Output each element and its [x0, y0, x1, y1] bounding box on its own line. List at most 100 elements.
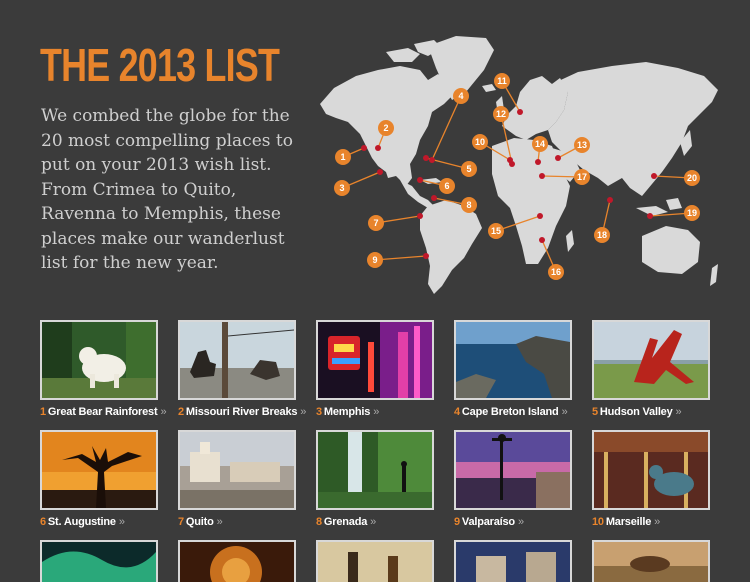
map-marker-1[interactable]: 1 — [335, 149, 351, 165]
map-marker-18[interactable]: 18 — [594, 227, 610, 243]
place-photo-6[interactable] — [40, 430, 158, 510]
svg-text:3: 3 — [339, 183, 344, 193]
svg-text:1: 1 — [340, 152, 345, 162]
map-marker-4[interactable]: 4 — [453, 88, 469, 104]
svg-text:18: 18 — [597, 230, 607, 240]
map-marker-6[interactable]: 6 — [439, 178, 455, 194]
place-card-2[interactable]: 2 Missouri River Breaks» — [178, 320, 306, 418]
chevron-right-icon: » — [675, 406, 682, 418]
place-name: Valparaíso — [461, 516, 515, 528]
place-card-11[interactable] — [40, 540, 158, 582]
place-caption-7[interactable]: 7 Quito» — [178, 516, 296, 528]
svg-text:6: 6 — [444, 181, 449, 191]
place-photo-11[interactable] — [40, 540, 158, 582]
place-caption-10[interactable]: 10 Marseille» — [592, 516, 710, 528]
svg-text:15: 15 — [491, 226, 501, 236]
place-photo-8[interactable] — [316, 430, 434, 510]
chevron-right-icon: » — [300, 406, 307, 418]
map-marker-17[interactable]: 17 — [574, 169, 590, 185]
map-marker-12[interactable]: 12 — [493, 106, 509, 122]
place-name: Marseille — [605, 516, 652, 528]
place-name: Quito — [185, 516, 214, 528]
svg-text:9: 9 — [372, 255, 377, 265]
map-marker-19[interactable]: 19 — [684, 205, 700, 221]
chevron-right-icon: » — [216, 516, 223, 528]
place-caption-9[interactable]: 9 Valparaíso» — [454, 516, 572, 528]
map-marker-5[interactable]: 5 — [461, 161, 477, 177]
svg-text:8: 8 — [466, 200, 471, 210]
place-photo-10[interactable] — [592, 430, 710, 510]
map-marker-13[interactable]: 13 — [574, 137, 590, 153]
place-caption-3[interactable]: 3 Memphis» — [316, 406, 434, 418]
svg-text:2: 2 — [383, 123, 388, 133]
map-marker-20[interactable]: 20 — [684, 170, 700, 186]
svg-text:5: 5 — [466, 164, 471, 174]
place-caption-1[interactable]: 1 Great Bear Rainforest» — [40, 406, 167, 418]
map-marker-8[interactable]: 8 — [461, 197, 477, 213]
map-marker-10[interactable]: 10 — [472, 134, 488, 150]
place-name: Great Bear Rainforest — [47, 406, 158, 418]
place-name: Cape Breton Island — [461, 406, 559, 418]
map-marker-9[interactable]: 9 — [367, 252, 383, 268]
place-photo-12[interactable] — [178, 540, 296, 582]
place-card-5[interactable]: 5 Hudson Valley» — [592, 320, 710, 418]
place-photo-2[interactable] — [178, 320, 296, 400]
place-caption-8[interactable]: 8 Grenada» — [316, 516, 434, 528]
chevron-right-icon: » — [561, 406, 568, 418]
place-caption-6[interactable]: 6 St. Augustine» — [40, 516, 158, 528]
map-marker-16[interactable]: 16 — [548, 264, 564, 280]
place-name: St. Augustine — [47, 516, 116, 528]
chevron-right-icon: » — [370, 516, 377, 528]
place-card-12[interactable] — [178, 540, 296, 582]
map-marker-15[interactable]: 15 — [488, 223, 504, 239]
chevron-right-icon: » — [118, 516, 125, 528]
intro-text: We combed the globe for the 20 most comp… — [41, 106, 293, 273]
place-card-6[interactable]: 6 St. Augustine» — [40, 430, 158, 528]
place-photo-13[interactable] — [316, 540, 434, 582]
place-card-8[interactable]: 8 Grenada» — [316, 430, 434, 528]
place-photo-7[interactable] — [178, 430, 296, 510]
place-name: Hudson Valley — [599, 406, 673, 418]
svg-text:16: 16 — [551, 267, 561, 277]
svg-text:11: 11 — [497, 76, 507, 86]
map-marker-7[interactable]: 7 — [368, 215, 384, 231]
place-card-4[interactable]: 4 Cape Breton Island» — [454, 320, 572, 418]
place-photo-14[interactable] — [454, 540, 572, 582]
map-marker-3[interactable]: 3 — [334, 180, 350, 196]
place-card-9[interactable]: 9 Valparaíso» — [454, 430, 572, 528]
place-photo-3[interactable] — [316, 320, 434, 400]
place-card-7[interactable]: 7 Quito» — [178, 430, 296, 528]
svg-text:10: 10 — [475, 137, 485, 147]
place-card-13[interactable] — [316, 540, 434, 582]
chevron-right-icon: » — [517, 516, 524, 528]
map-marker-11[interactable]: 11 — [494, 73, 510, 89]
place-photo-5[interactable] — [592, 320, 710, 400]
svg-text:7: 7 — [373, 218, 378, 228]
place-caption-5[interactable]: 5 Hudson Valley» — [592, 406, 710, 418]
chevron-right-icon: » — [373, 406, 380, 418]
place-name: Memphis — [323, 406, 371, 418]
place-card-14[interactable] — [454, 540, 572, 582]
svg-text:12: 12 — [496, 109, 506, 119]
svg-text:17: 17 — [577, 172, 587, 182]
place-card-1[interactable]: 1 Great Bear Rainforest» — [40, 320, 167, 418]
place-photo-9[interactable] — [454, 430, 572, 510]
place-caption-2[interactable]: 2 Missouri River Breaks» — [178, 406, 306, 418]
world-map: 1 2 3 4 5 6 7 8 9 10 11 12 13 14 15 16 1… — [320, 36, 718, 294]
svg-text:13: 13 — [577, 140, 587, 150]
place-photo-15[interactable] — [592, 540, 710, 582]
place-caption-4[interactable]: 4 Cape Breton Island» — [454, 406, 572, 418]
page-title: THE 2013 LIST — [40, 39, 280, 91]
place-photo-1[interactable] — [40, 320, 158, 400]
place-card-15[interactable] — [592, 540, 710, 582]
svg-text:19: 19 — [687, 208, 697, 218]
chevron-right-icon: » — [654, 516, 661, 528]
map-marker-14[interactable]: 14 — [532, 136, 548, 152]
svg-text:4: 4 — [458, 91, 463, 101]
place-card-3[interactable]: 3 Memphis» — [316, 320, 434, 418]
svg-text:14: 14 — [535, 139, 545, 149]
map-marker-2[interactable]: 2 — [378, 120, 394, 136]
place-card-10[interactable]: 10 Marseille» — [592, 430, 710, 528]
svg-text:20: 20 — [687, 173, 697, 183]
place-photo-4[interactable] — [454, 320, 572, 400]
